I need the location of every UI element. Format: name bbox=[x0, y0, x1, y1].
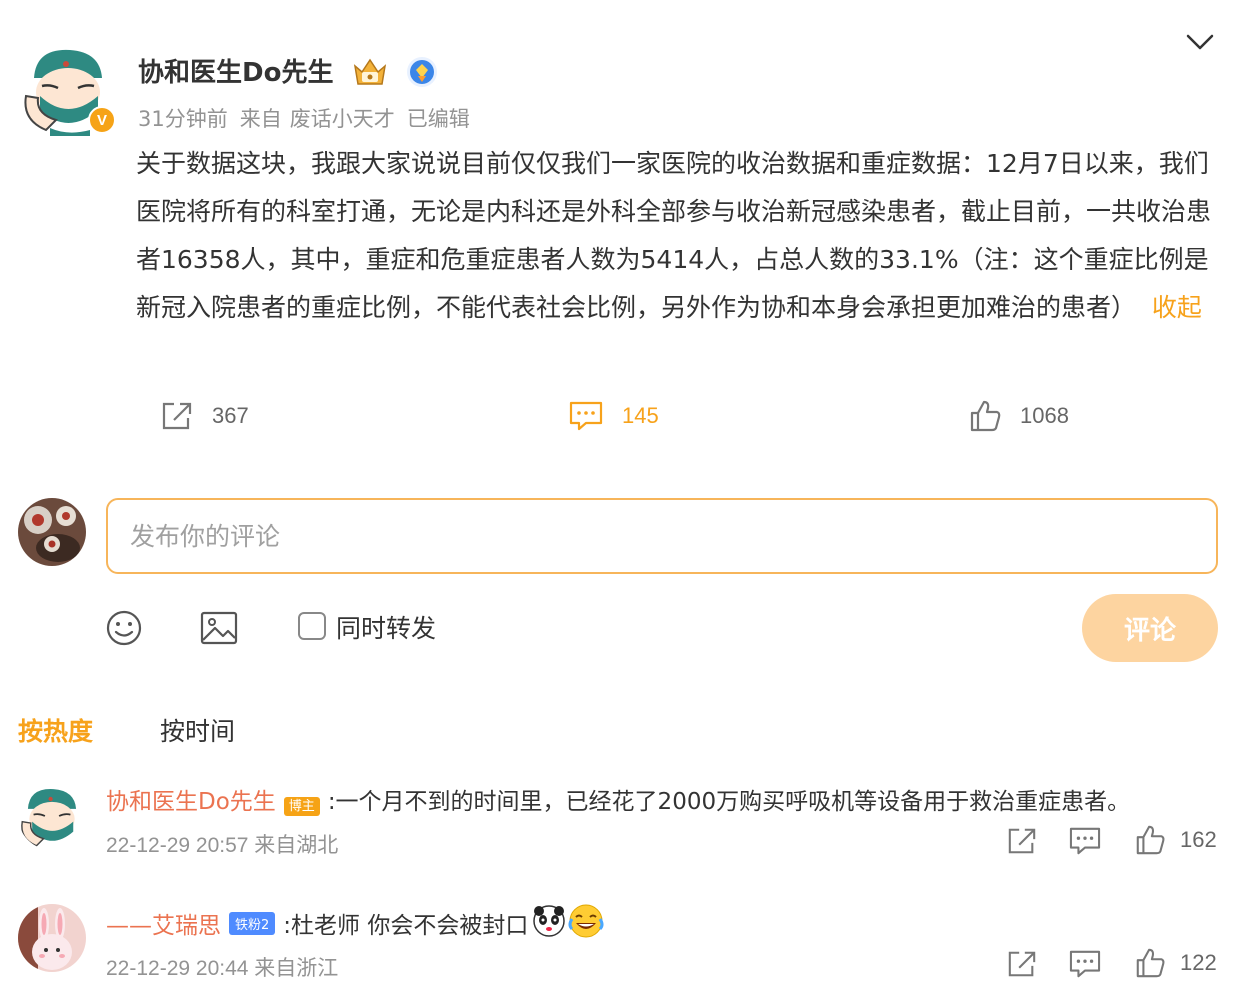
post-meta: 31分钟前 来自 废话小天才 已编辑 bbox=[138, 103, 482, 133]
current-user-avatar[interactable] bbox=[18, 498, 86, 566]
share-icon bbox=[1008, 828, 1036, 854]
crown-icon bbox=[352, 56, 388, 88]
fan-badge: 铁粉2 bbox=[229, 911, 276, 935]
post-source-prefix: 来自 bbox=[239, 107, 282, 131]
comment-like-count: 122 bbox=[1180, 950, 1217, 975]
repost-checkbox-label[interactable]: 同时转发 bbox=[336, 609, 436, 645]
chevron-down-icon[interactable] bbox=[1184, 30, 1216, 54]
laugh-cry-emoji-icon bbox=[568, 903, 604, 943]
post-text: 关于数据这块，我跟大家说说目前仅仅我们一家医院的收治数据和重症数据：12月7日以… bbox=[136, 149, 1212, 322]
collapse-link[interactable]: 收起 bbox=[1152, 293, 1202, 322]
comment-count: 145 bbox=[622, 403, 659, 428]
repost-button[interactable]: 367 bbox=[160, 396, 249, 436]
author-avatar[interactable]: V bbox=[20, 40, 116, 136]
like-count: 1068 bbox=[1020, 403, 1069, 428]
comment-meta: 22-12-29 20:57 来自湖北 bbox=[106, 829, 338, 859]
emoji-icon[interactable] bbox=[104, 608, 144, 648]
comment-icon bbox=[569, 401, 603, 431]
like-icon bbox=[970, 400, 1001, 432]
comment-button[interactable]: 145 bbox=[568, 396, 659, 436]
like-button[interactable]: 1068 bbox=[968, 396, 1069, 436]
post-body: 关于数据这块，我跟大家说说目前仅仅我们一家医院的收治数据和重症数据：12月7日以… bbox=[136, 140, 1216, 332]
verified-v-badge: V bbox=[88, 106, 116, 134]
repost-checkbox[interactable] bbox=[298, 612, 326, 640]
post-source[interactable]: 废话小天才 bbox=[290, 107, 395, 131]
comment-header: 协和医生Do先生 博主 :一个月不到的时间里，已经花了2000万购买呼吸机等设备用于… bbox=[106, 782, 1130, 816]
author-badge: 博主 bbox=[283, 797, 320, 816]
like-icon bbox=[1136, 948, 1165, 978]
comment-icon bbox=[1069, 827, 1101, 855]
comment-like-button[interactable]: 122 bbox=[1134, 947, 1217, 979]
comment-input[interactable] bbox=[106, 498, 1218, 574]
share-icon bbox=[1008, 951, 1036, 977]
tab-sort-time[interactable]: 按时间 bbox=[160, 712, 235, 748]
comment-avatar[interactable] bbox=[18, 904, 86, 972]
submit-comment-button[interactable]: 评论 bbox=[1082, 594, 1218, 662]
comment-text: :杜老师 你会不会被封口 bbox=[283, 913, 529, 939]
post-author-name[interactable]: 协和医生Do先生 bbox=[138, 52, 333, 89]
comment-text: :一个月不到的时间里，已经花了2000万购买呼吸机等设备用于救治重症患者。 bbox=[327, 789, 1131, 815]
post-time: 31分钟前 bbox=[138, 107, 228, 131]
repost-count: 367 bbox=[212, 403, 249, 428]
comment-repost-button[interactable] bbox=[1006, 826, 1038, 856]
comment-meta: 22-12-29 20:44 来自浙江 bbox=[106, 952, 338, 982]
comment-author[interactable]: ——艾瑞思 bbox=[106, 906, 221, 940]
image-icon[interactable] bbox=[199, 608, 239, 648]
comment-like-button[interactable]: 162 bbox=[1134, 824, 1217, 856]
comment-author[interactable]: 协和医生Do先生 bbox=[106, 789, 276, 815]
share-icon bbox=[162, 402, 192, 430]
tab-sort-hot[interactable]: 按热度 bbox=[18, 712, 93, 748]
comment-location: 来自浙江 bbox=[254, 957, 339, 980]
comment-reply-button[interactable] bbox=[1068, 826, 1102, 856]
comment-time: 22-12-29 20:44 bbox=[106, 957, 249, 980]
comment-avatar[interactable] bbox=[18, 782, 86, 850]
comment-location: 来自湖北 bbox=[254, 834, 339, 857]
comment-repost-button[interactable] bbox=[1006, 949, 1038, 979]
comment-header: ——艾瑞思 铁粉2 :杜老师 你会不会被封口 bbox=[106, 903, 604, 943]
comment-reply-button[interactable] bbox=[1068, 949, 1102, 979]
like-icon bbox=[1136, 825, 1165, 855]
comment-icon bbox=[1069, 950, 1101, 978]
panda-emoji-icon bbox=[532, 904, 566, 942]
comment-like-count: 162 bbox=[1180, 827, 1217, 852]
verified-icon[interactable] bbox=[406, 56, 438, 88]
comment-time: 22-12-29 20:57 bbox=[106, 834, 249, 857]
post-edited-label[interactable]: 已编辑 bbox=[407, 107, 470, 131]
